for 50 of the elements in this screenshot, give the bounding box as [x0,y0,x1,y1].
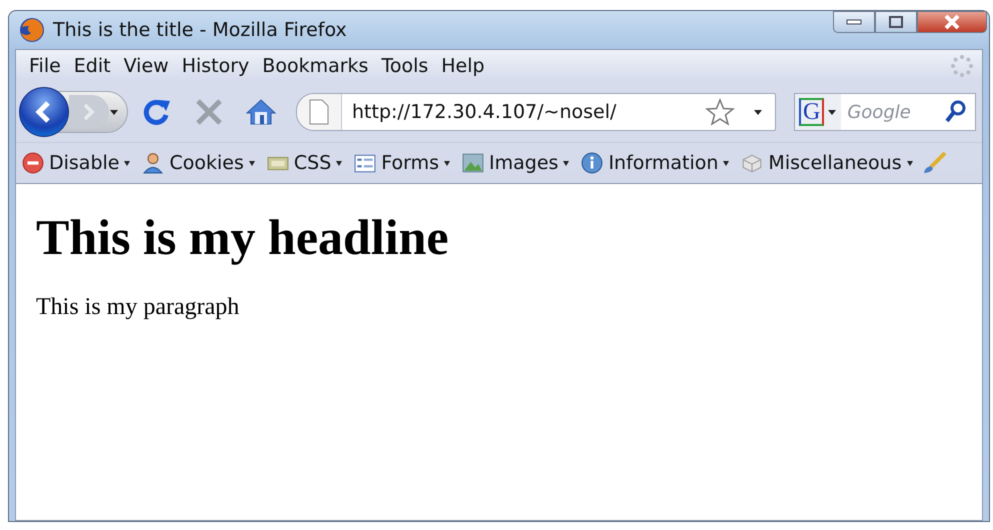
toolbar-menu-button[interactable]: Disable [18,152,134,174]
throbber-icon [950,54,974,78]
page-paragraph: This is my paragraph [36,294,240,321]
caret-icon [723,160,730,166]
caret-icon [827,107,838,117]
maximize-button[interactable] [875,11,917,33]
caret-icon [336,160,342,166]
search-bar[interactable]: G Google [794,93,976,131]
menu-item[interactable]: Bookmarks [257,55,376,77]
caret-icon [248,160,255,166]
toolbar-menu-button[interactable]: Forms [350,152,454,174]
back-button[interactable] [19,87,69,137]
page-icon [309,99,329,125]
block-icon [741,152,764,174]
close-button[interactable] [917,11,987,33]
caret-icon [906,160,913,166]
menu-item[interactable]: View [118,55,177,77]
toolbar-menu-button[interactable]: Images [458,152,574,174]
window-title: This is the title - Mozilla Firefox [53,19,347,41]
dropdown-caret-icon[interactable] [753,107,763,117]
toolbar-menu-button[interactable]: Miscellaneous [737,152,917,174]
info-icon [581,152,604,174]
maximize-icon [889,16,903,28]
star-icon[interactable] [705,98,735,126]
form-icon [354,152,376,174]
person-icon [142,152,164,174]
menu-item[interactable]: History [176,55,258,77]
url-field[interactable]: http://172.30.4.107/~nosel/ [342,100,705,124]
toolbar-menu-button[interactable]: Cookies [138,152,259,174]
menu-item[interactable]: Help [436,55,493,77]
menu-item[interactable]: Edit [68,55,119,77]
close-icon [943,14,961,30]
page-headline: This is my headline [36,208,450,266]
minimize-icon [846,19,862,25]
stop-icon [22,152,44,174]
caret-icon [124,160,130,166]
caret-icon [563,160,570,166]
search-icon[interactable] [945,100,967,124]
toolbar-menu-button[interactable]: CSS [262,152,346,174]
globe-fox-icon [19,17,45,43]
toolbar-menu-button[interactable]: Information [577,152,734,174]
minimize-button[interactable] [833,11,875,33]
caret-icon [444,160,450,166]
menu-item[interactable]: Tools [376,55,436,77]
image-icon [462,152,484,174]
search-input[interactable]: Google [841,100,945,124]
dropdown-caret-icon[interactable] [109,107,119,117]
address-bar[interactable]: http://172.30.4.107/~nosel/ [296,93,776,131]
search-engine-button[interactable]: G [795,94,842,130]
menu-item[interactable]: File [24,55,69,77]
